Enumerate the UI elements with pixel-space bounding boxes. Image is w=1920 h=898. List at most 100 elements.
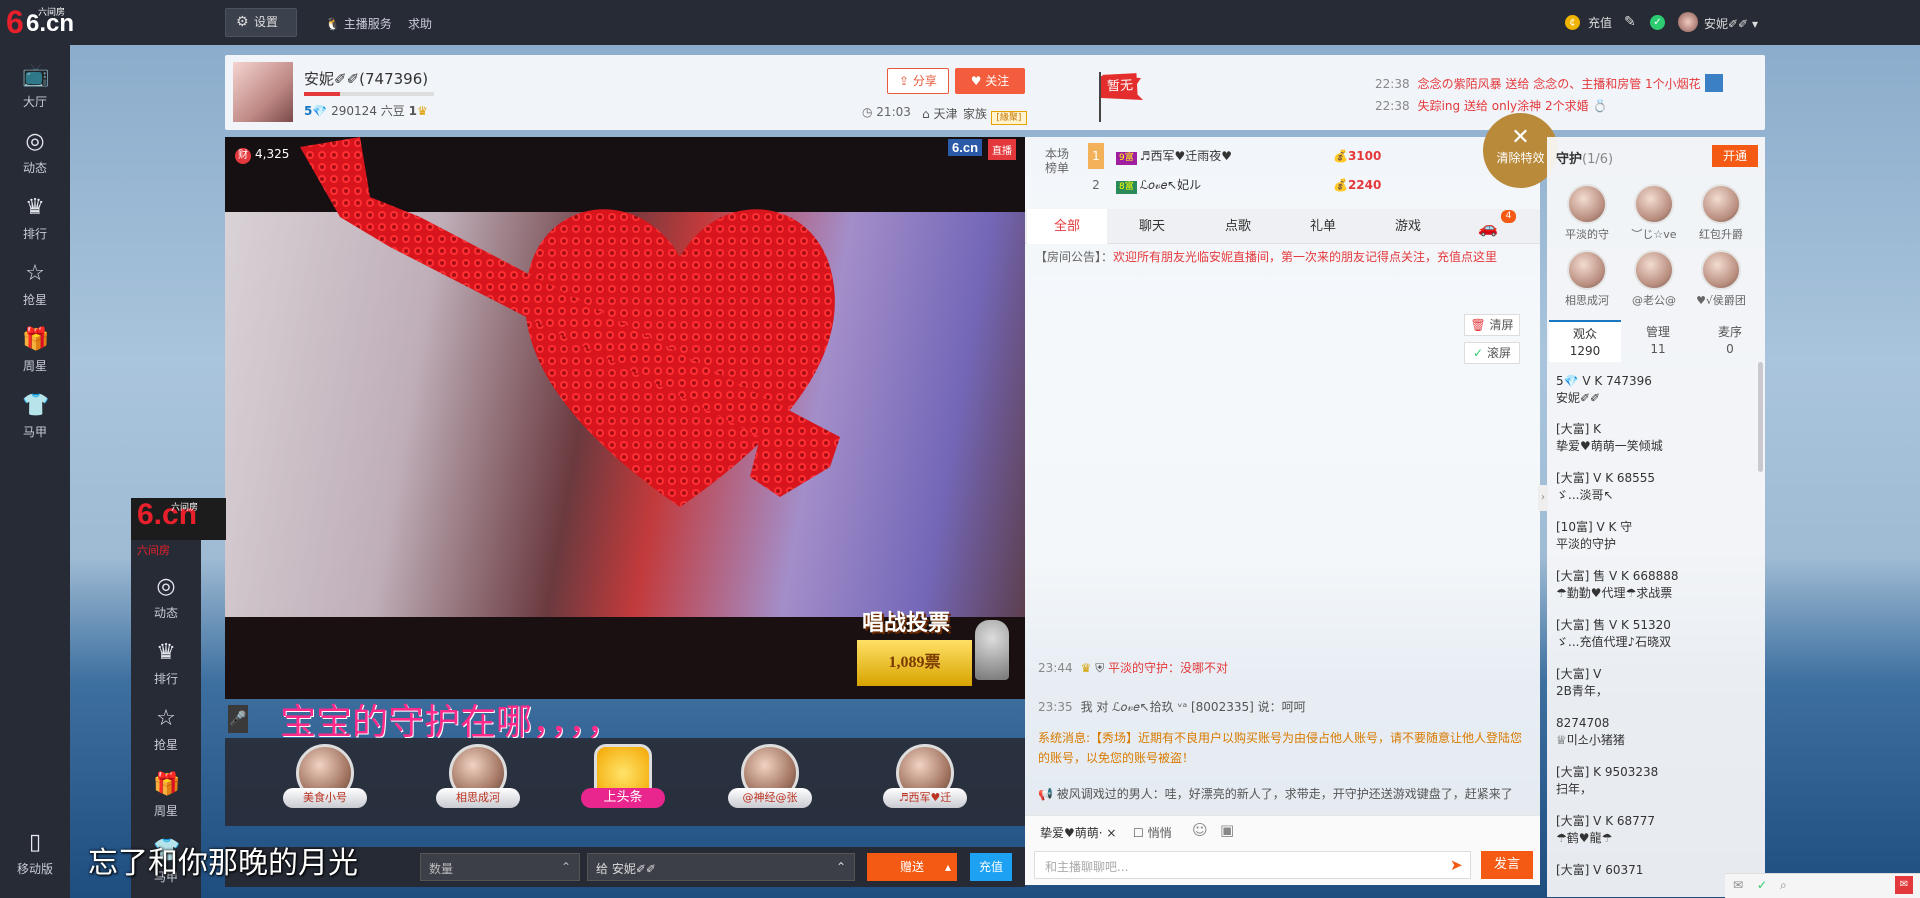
send-gift-button[interactable]: 赠送 ▴ [867, 853, 957, 881]
nav-item-grab-star[interactable]: ☆ 抢星 [131, 696, 201, 762]
verified-icon[interactable]: ✓ [1650, 15, 1665, 30]
chat-target[interactable]: 挚爱♥萌萌· × [1040, 824, 1116, 841]
headline-seat[interactable]: 上头条 [581, 744, 665, 822]
star-icon: ☆ [25, 261, 45, 286]
close-icon[interactable]: × [1106, 826, 1116, 840]
guard-seat[interactable]: ♬西军♥迁 [883, 744, 967, 822]
level-progress [304, 92, 434, 96]
help-link[interactable]: 求助 [408, 15, 432, 32]
nav-item-vest[interactable]: 👕 马甲 [0, 383, 70, 449]
crown-badge-icon: ♛ [416, 104, 428, 118]
crown-icon: ♛ [1080, 661, 1092, 675]
auto-scroll-button[interactable]: ✓ 滚屏 [1464, 342, 1520, 364]
guard-member[interactable]: 平淡的守 [1556, 184, 1618, 242]
phone-icon: ▯ [28, 830, 42, 855]
vote-title[interactable]: 唱战投票 [862, 605, 950, 637]
user-menu[interactable]: 安妮✐✐ ▾ [1704, 15, 1758, 32]
settings-button[interactable]: ⚙ 设置 [225, 8, 297, 37]
audience-scrollbar[interactable] [1758, 362, 1763, 472]
audience-row[interactable]: [大富] K 9503238 扫年， [1556, 764, 1751, 798]
guard-seat[interactable]: @神经@张 [728, 744, 812, 822]
tab-gift-list[interactable]: 礼单 [1283, 209, 1363, 244]
guard-member[interactable]: 相思成河 [1556, 250, 1618, 308]
mic-toggle-icon[interactable]: 🎤 [228, 705, 248, 733]
coins-icon: 💰 [1333, 178, 1348, 192]
guard-member[interactable]: 红包升爵 [1690, 184, 1752, 242]
share-button[interactable]: ⇪ 分享 [887, 68, 949, 94]
follow-button[interactable]: ♥ 关注 [955, 68, 1025, 94]
zoom-icon[interactable]: ⌕ [1780, 878, 1787, 893]
emoji-icon[interactable]: ☺ [1192, 821, 1208, 839]
family[interactable]: 家族 [緣聚] [963, 105, 1029, 125]
audience-row[interactable]: [大富] V 60371 [1556, 862, 1751, 879]
check-icon[interactable]: ✓ [1757, 878, 1767, 892]
nav-item-rank[interactable]: ♛ 排行 [131, 630, 201, 696]
nav-item-hall[interactable]: 📺 大厅 [0, 53, 70, 119]
message-icon[interactable]: ✉ [1895, 876, 1913, 894]
nav-item-mobile[interactable]: ▯ 移动版 [0, 822, 70, 882]
compass-icon: ◎ [25, 129, 45, 154]
nav-item-feed[interactable]: ◎ 动态 [0, 119, 70, 185]
nav-item-feed[interactable]: ◎ 动态 [131, 564, 201, 630]
collapse-panel-handle[interactable]: › [1538, 485, 1548, 511]
guard-seat[interactable]: 相思成河 [436, 744, 520, 822]
audience-row[interactable]: [大富] V K 68555 ゞ...淡哥↖ [1556, 470, 1751, 504]
edit-icon[interactable]: ✎ [1624, 14, 1636, 30]
nav-item-grab-star[interactable]: ☆ 抢星 [0, 251, 70, 317]
site-logo[interactable]: 6 6.cn 六间房 [6, 4, 74, 40]
send-message-button[interactable]: 发言 [1481, 851, 1533, 879]
recharge-button[interactable]: 充值 [970, 853, 1012, 881]
audience-row[interactable]: [大富] K 挚爱♥萌萌一笑倾城 [1556, 421, 1751, 455]
tab-mic-queue[interactable]: 麦序 0 [1694, 320, 1766, 362]
crown-icon: ♛ [25, 195, 45, 220]
audience-row[interactable]: [大富] 售 V K 51320 ゞ...充值代理♪石晓双 [1556, 617, 1751, 651]
video-logo: 6.cn [948, 139, 983, 156]
guard-seat[interactable]: 美食小号 [283, 744, 367, 822]
image-icon[interactable]: ▣ [1220, 821, 1234, 839]
nav-item-rank[interactable]: ♛ 排行 [0, 185, 70, 251]
whisper-checkbox[interactable]: ☐ 悄悄 [1133, 824, 1172, 841]
guard-member[interactable]: ♥√侯爵团 [1690, 250, 1752, 308]
tab-games[interactable]: 游戏 [1368, 209, 1448, 244]
anchor-service-link[interactable]: 🐧 主播服务 [325, 15, 392, 32]
nav-item-week-star[interactable]: 🎁 周星 [131, 762, 201, 828]
chat-input[interactable]: 和主播聊聊吧... [1034, 851, 1471, 879]
send-plane-icon[interactable]: ➤ [1450, 856, 1463, 874]
guard-avatar [1701, 184, 1741, 224]
left-nav: 📺 大厅 ◎ 动态 ♛ 排行 ☆ 抢星 🎁 周星 👕 马甲 [0, 45, 70, 898]
guard-member[interactable]: @老公@ [1623, 250, 1685, 308]
audience-row[interactable]: [大富] 售 V K 668888 ☂勤勤♥代理☂求战票 [1556, 568, 1751, 602]
audience-row[interactable]: [10富] V K 守平淡的守护 [1556, 519, 1751, 553]
audience-row[interactable]: [大富] V 2B青年， [1556, 666, 1751, 700]
guard-title: 守护(1/6) [1556, 152, 1614, 167]
firework-icon [1704, 74, 1723, 92]
tab-admins[interactable]: 管理 11 [1622, 320, 1694, 362]
audience-row[interactable]: [大富] V K 68777 ☂鹤♥龍☂ [1556, 813, 1751, 847]
guard-member[interactable]: ︶じ☆ve [1623, 184, 1685, 242]
tab-song-request[interactable]: 点歌 [1198, 209, 1278, 244]
anchor-avatar[interactable] [233, 62, 293, 122]
car-icon[interactable]: 🚗 [1478, 218, 1498, 237]
audience-row[interactable]: 8274708 ♕미소小猪猪 [1556, 715, 1751, 749]
rank-row[interactable]: 1 9富 ♬西军♥迁雨夜♥ 💰3100 [1088, 143, 1388, 169]
gift-recipient-select[interactable]: 给 安妮✐✐ ⌃ [587, 853, 855, 881]
gift-quantity-input[interactable]: 数量 ⌃ [420, 853, 580, 881]
clear-chat-button[interactable]: 🗑 清屏 [1464, 314, 1520, 336]
shirt-icon: 👕 [22, 393, 50, 418]
open-guard-button[interactable]: 开通 [1712, 145, 1758, 167]
rose-arrow-effect [300, 137, 840, 497]
overlay-site-logo[interactable]: 6.cn 六间房 六间房 [131, 498, 226, 557]
room-announcement: 【房间公告】：欢迎所有朋友光临安妮直播间，第一次来的朋友记得点关注，充值点这里 [1035, 250, 1498, 264]
tab-chat[interactable]: 聊天 [1112, 209, 1192, 244]
mail-icon[interactable]: ✉ [1733, 878, 1743, 892]
top-recharge-link[interactable]: 充值 [1588, 14, 1612, 31]
nav-item-week-star[interactable]: 🎁 周星 [0, 317, 70, 383]
tab-audience[interactable]: 观众 1290 [1549, 320, 1621, 362]
audience-row[interactable]: 5💎 V K 747396 安妮✐✐ [1556, 373, 1751, 407]
guard-avatar [1567, 250, 1607, 290]
vote-count[interactable]: 1,089票 [857, 640, 972, 686]
rank-row[interactable]: 2 8富 ℒ𝑜𝓋𝑒↖妃ル 💰2240 [1088, 172, 1388, 198]
tab-all[interactable]: 全部 [1027, 209, 1107, 244]
rank-label[interactable]: 本场榜单 [1043, 147, 1071, 175]
user-avatar[interactable] [1678, 12, 1698, 32]
